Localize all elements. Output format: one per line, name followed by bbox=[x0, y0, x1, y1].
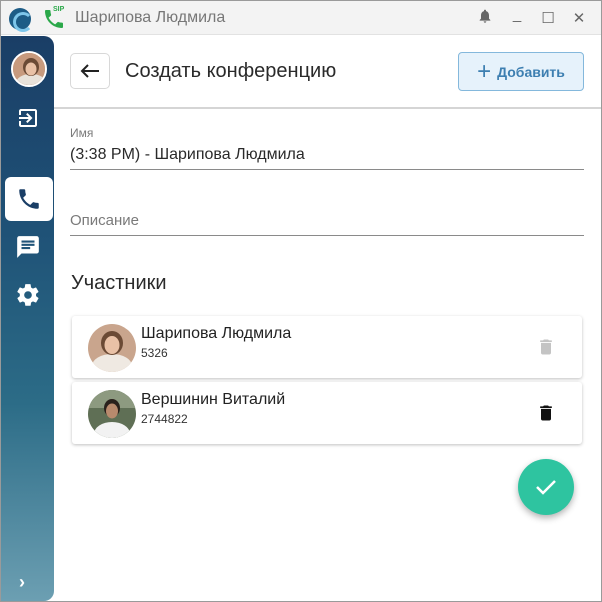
page-header: Создать конференцию + Добавить bbox=[54, 36, 601, 109]
app-logo-icon bbox=[9, 8, 33, 32]
participant-number: 5326 bbox=[141, 346, 168, 360]
title-bar: SIP Шарипова Людмила _ ☐ ✕ bbox=[1, 1, 601, 35]
add-button-label: Добавить bbox=[497, 63, 565, 80]
sidebar-item-calls[interactable] bbox=[5, 177, 53, 221]
plus-icon: + bbox=[477, 57, 492, 85]
back-button[interactable] bbox=[70, 53, 110, 89]
page-title: Создать конференцию bbox=[125, 60, 337, 82]
participant-row: Вершинин Виталий 2744822 bbox=[72, 382, 582, 444]
sidebar-item-logout[interactable] bbox=[1, 96, 54, 140]
window-title: Шарипова Людмила bbox=[75, 9, 226, 26]
name-field-label: Имя bbox=[70, 126, 94, 140]
logout-icon bbox=[18, 109, 37, 127]
participant-number: 2744822 bbox=[141, 412, 188, 426]
confirm-button[interactable] bbox=[518, 459, 574, 515]
participant-avatar bbox=[88, 324, 136, 372]
participant-row: Шарипова Людмила 5326 bbox=[72, 316, 582, 378]
checkmark-icon bbox=[536, 480, 556, 495]
participant-avatar bbox=[88, 390, 136, 438]
notification-bell-icon[interactable] bbox=[474, 8, 496, 30]
maximize-button[interactable]: ☐ bbox=[537, 8, 559, 30]
participant-name: Вершинин Виталий bbox=[141, 391, 286, 408]
chat-icon bbox=[16, 236, 39, 258]
sidebar: › bbox=[1, 36, 54, 601]
sidebar-item-chat[interactable] bbox=[1, 225, 54, 269]
arrow-left-icon bbox=[80, 64, 99, 78]
participants-title: Участники bbox=[71, 272, 167, 294]
close-button[interactable]: ✕ bbox=[568, 8, 590, 30]
name-field[interactable] bbox=[70, 146, 584, 170]
app-window: SIP Шарипова Людмила _ ☐ ✕ › Создать кон… bbox=[0, 0, 602, 602]
trash-icon bbox=[540, 339, 552, 355]
trash-icon[interactable] bbox=[536, 402, 556, 424]
minimize-button[interactable]: _ bbox=[506, 4, 528, 26]
participant-name: Шарипова Людмила bbox=[141, 325, 292, 342]
gear-icon bbox=[16, 284, 38, 306]
user-avatar[interactable] bbox=[11, 51, 47, 87]
add-participant-button[interactable]: + Добавить bbox=[458, 52, 584, 91]
sip-label: SIP bbox=[53, 6, 65, 13]
sidebar-item-settings[interactable] bbox=[1, 273, 54, 317]
sidebar-expand-button[interactable]: › bbox=[19, 572, 25, 593]
description-field[interactable] bbox=[70, 209, 584, 236]
phone-icon bbox=[19, 189, 39, 209]
